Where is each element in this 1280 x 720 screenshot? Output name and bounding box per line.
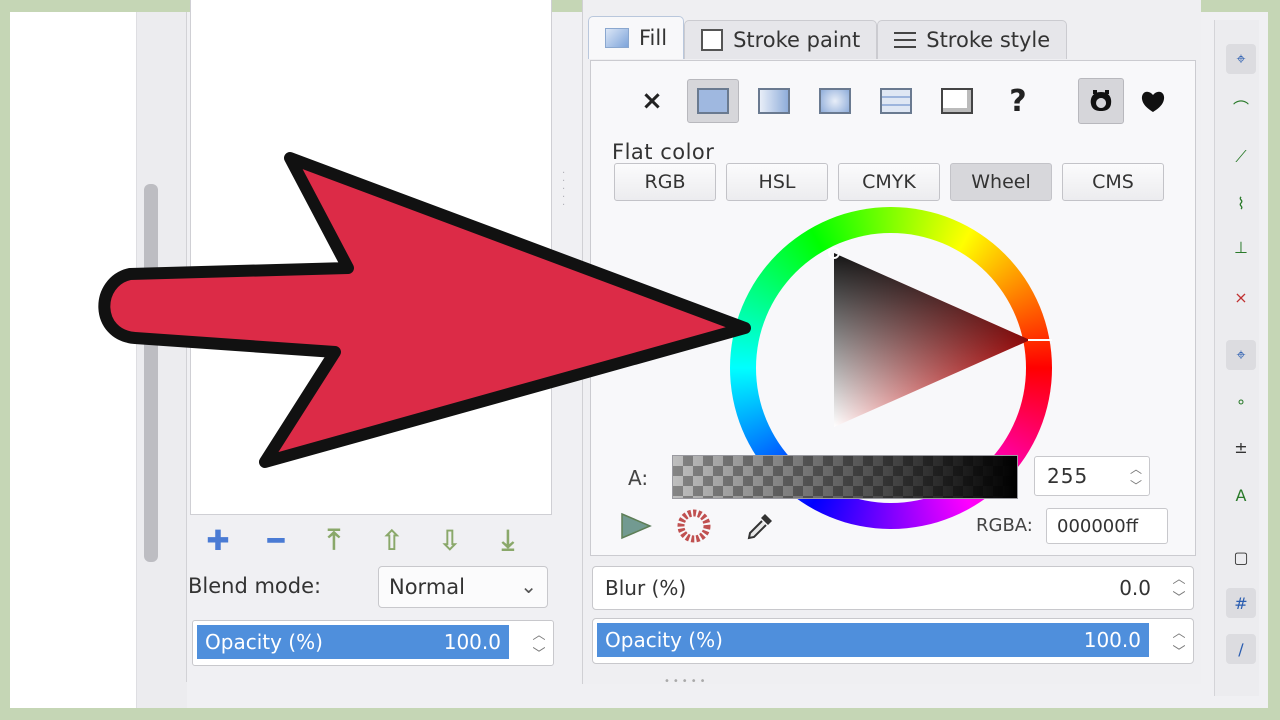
layer-opacity-field[interactable]: Opacity (%) 100.0 ︿ ﹀ — [192, 620, 554, 666]
snap-toggle-icon[interactable]: ⌖ — [1226, 44, 1256, 74]
radial-gradient-icon — [819, 88, 851, 114]
snap-midpoint-icon[interactable]: ⊥ — [1226, 232, 1256, 262]
layer-opacity-label: Opacity (%) — [205, 630, 323, 654]
object-opacity-spinner[interactable]: ︿ ﹀ — [1169, 622, 1189, 660]
no-paint-button[interactable]: × — [626, 79, 678, 123]
blur-label: Blur (%) — [605, 576, 687, 600]
linear-gradient-icon — [758, 88, 790, 114]
mode-cms-button[interactable]: CMS — [1062, 163, 1164, 201]
blur-field[interactable]: Blur (%) 0.0 ︿ ﹀ — [592, 566, 1194, 610]
mesh-gradient-icon — [880, 88, 912, 114]
tab-stroke-style[interactable]: Stroke style — [877, 20, 1068, 59]
raise-to-top-icon[interactable]: ⤒ — [316, 523, 352, 556]
eyedropper-button[interactable] — [740, 508, 780, 544]
rgba-input[interactable]: 000000ff — [1046, 508, 1168, 544]
alpha-input[interactable]: 255 ︿ ﹀ — [1034, 456, 1150, 496]
snap-rotation-icon[interactable]: ± — [1226, 432, 1256, 462]
tab-stroke-paint[interactable]: Stroke paint — [684, 20, 878, 59]
unset-paint-button[interactable]: ? — [992, 79, 1044, 123]
color-ring-button[interactable] — [674, 508, 714, 544]
chevron-down-icon: ⌄ — [520, 574, 537, 598]
flat-color-icon — [697, 88, 729, 114]
snap-page-icon[interactable]: ▢ — [1226, 542, 1256, 572]
snap-intersection-icon[interactable]: ⨯ — [1226, 282, 1256, 312]
alpha-spinner[interactable]: ︿ ﹀ — [1130, 460, 1143, 494]
color-picker-mode-button[interactable] — [616, 508, 656, 544]
object-opacity-label: Opacity (%) — [605, 628, 723, 652]
add-layer-icon[interactable]: ✚ — [200, 524, 236, 557]
evenodd-icon — [1090, 90, 1112, 111]
alpha-value: 255 — [1047, 464, 1089, 488]
blend-mode-label: Blend mode: — [188, 574, 322, 598]
snap-bbox-icon[interactable]: ⌖ — [1226, 340, 1256, 370]
mode-rgb-button[interactable]: RGB — [614, 163, 716, 201]
mode-cmyk-button[interactable]: CMYK — [838, 163, 940, 201]
paint-type-row: × ? — [626, 76, 1053, 126]
radial-gradient-button[interactable] — [809, 79, 861, 123]
alpha-slider[interactable] — [672, 455, 1018, 499]
snap-center-icon[interactable]: ∘ — [1226, 386, 1256, 416]
snap-grid-icon[interactable]: # — [1226, 588, 1256, 618]
lower-layer-icon[interactable]: ⇩ — [432, 524, 468, 557]
lower-to-bottom-icon[interactable]: ⤓ — [490, 523, 526, 556]
alpha-label: A: — [628, 466, 649, 490]
fill-icon — [605, 28, 629, 48]
mode-wheel-button[interactable]: Wheel — [950, 163, 1052, 201]
mode-hsl-button[interactable]: HSL — [726, 163, 828, 201]
color-ring-icon — [677, 509, 711, 543]
tab-fill-label: Fill — [639, 26, 668, 50]
pattern-button[interactable] — [931, 79, 983, 123]
fill-stroke-tabs: Fill Stroke paint Stroke style — [588, 16, 1068, 60]
flat-color-button[interactable] — [687, 79, 739, 123]
snap-smooth-icon[interactable]: ⌇ — [1226, 188, 1256, 218]
question-icon: ? — [1009, 83, 1027, 119]
object-opacity-bar[interactable]: Opacity (%) 100.0 — [597, 623, 1149, 657]
tab-fill[interactable]: Fill — [588, 16, 685, 59]
bottom-resize-handle[interactable]: ••••• — [664, 676, 709, 687]
eyedropper-icon — [747, 514, 772, 540]
layer-opacity-spinner[interactable]: ︿ ﹀ — [529, 624, 549, 662]
mesh-gradient-button[interactable] — [870, 79, 922, 123]
tab-stroke-paint-label: Stroke paint — [733, 28, 861, 52]
raise-layer-icon[interactable]: ⇧ — [374, 524, 410, 557]
snap-node-icon[interactable]: ⟋ — [1226, 142, 1256, 172]
dock-divider — [186, 12, 187, 682]
rgba-label: RGBA: — [976, 515, 1033, 536]
close-icon: × — [641, 86, 663, 116]
linear-gradient-button[interactable] — [748, 79, 800, 123]
stroke-style-icon — [894, 32, 917, 48]
layers-list[interactable] — [190, 0, 552, 515]
stroke-paint-icon — [701, 29, 724, 51]
tab-stroke-style-label: Stroke style — [926, 28, 1051, 52]
fill-rule-nonzero-button[interactable] — [1130, 78, 1176, 124]
blur-spinner[interactable]: ︿ ﹀ — [1169, 568, 1189, 606]
pattern-icon — [941, 88, 973, 114]
layer-opacity-bar[interactable]: Opacity (%) 100.0 — [197, 625, 509, 659]
panel-resize-handle[interactable]: · · · · · — [562, 169, 568, 220]
color-mode-row: RGB HSL CMYK Wheel CMS — [614, 163, 1164, 201]
nonzero-icon — [1141, 91, 1165, 112]
layer-toolbar: ✚ ━ ⤒ ⇧ ⇩ ⤓ — [200, 523, 526, 557]
object-opacity-field[interactable]: Opacity (%) 100.0 ︿ ﹀ — [592, 618, 1194, 664]
remove-layer-icon[interactable]: ━ — [258, 524, 294, 557]
blend-mode-select[interactable]: Normal ⌄ — [378, 566, 548, 608]
fill-rule-evenodd-button[interactable] — [1078, 78, 1124, 124]
snap-text-icon[interactable]: A — [1226, 480, 1256, 510]
layer-opacity-value: 100.0 — [443, 630, 501, 654]
snap-path-icon[interactable]: ⌒ — [1226, 92, 1256, 122]
flat-color-title: Flat color — [612, 140, 715, 164]
blend-mode-value: Normal — [389, 575, 465, 599]
dock-scrollbar[interactable] — [144, 184, 158, 562]
snap-guide-icon[interactable]: ∕ — [1226, 634, 1256, 664]
color-tools-row — [616, 508, 780, 544]
object-opacity-value: 100.0 — [1083, 628, 1141, 652]
canvas-area[interactable] — [10, 12, 136, 708]
blur-value: 0.0 — [1119, 576, 1151, 600]
color-triangle-icon — [621, 512, 652, 540]
